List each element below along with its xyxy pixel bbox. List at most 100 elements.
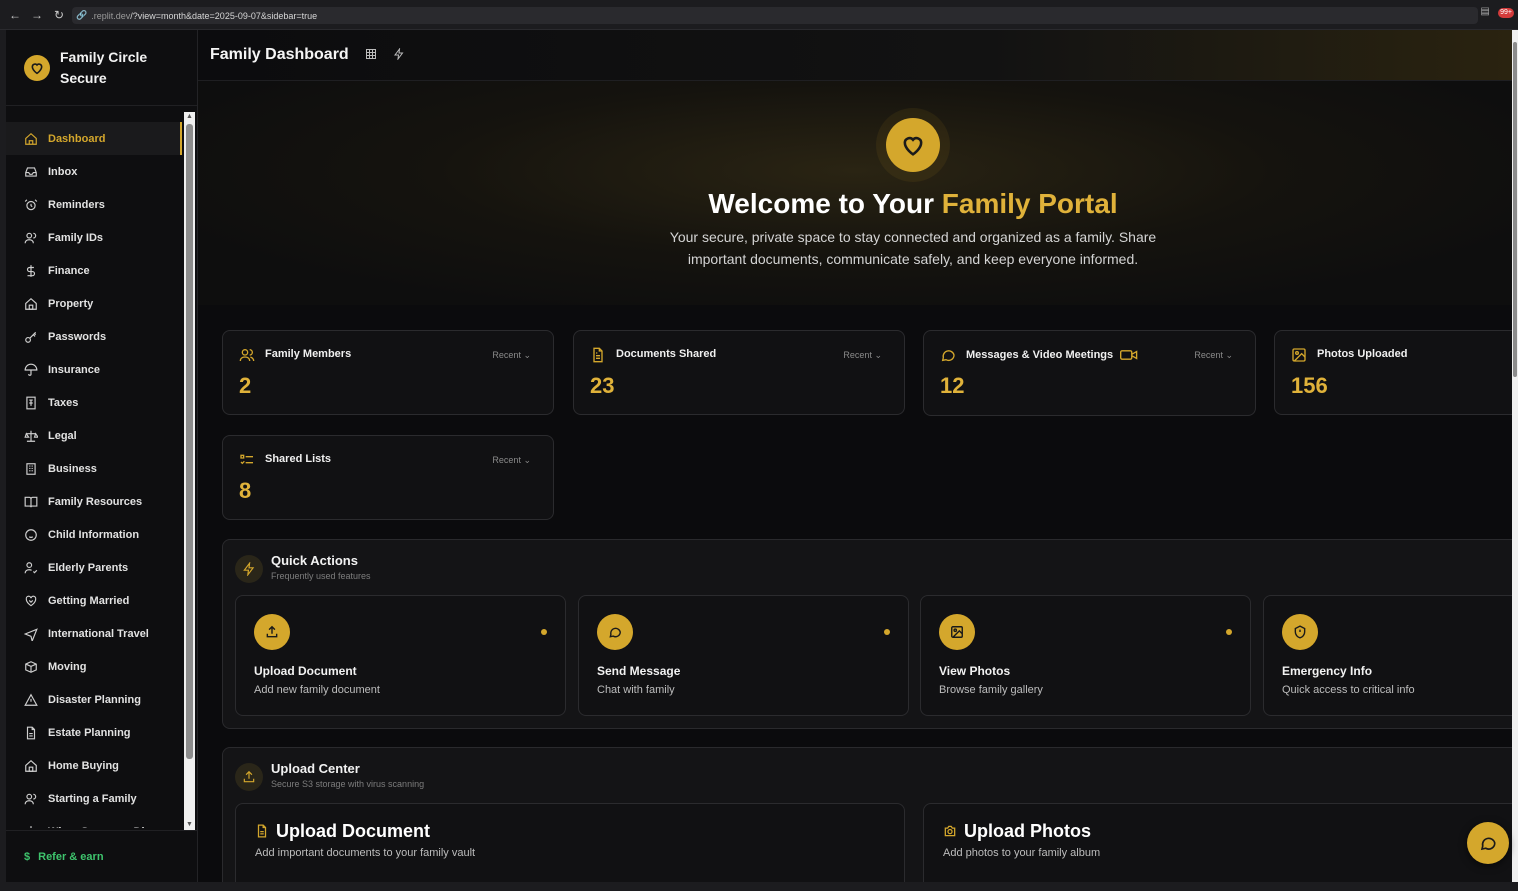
sidebar-item-finance[interactable]: Finance — [6, 254, 182, 287]
recent-dropdown[interactable]: Recent ⌄ — [492, 350, 531, 361]
sidebar-item-child-information[interactable]: Child Information — [6, 518, 182, 551]
sidebar-item-when-someone-dies[interactable]: When Someone Dies — [6, 815, 182, 828]
recent-label: Recent — [1194, 350, 1223, 360]
sidebar-item-label: International Travel — [48, 627, 149, 640]
page-scrollbar[interactable] — [1512, 30, 1518, 882]
quick-actions-panel: Quick Actions Frequently used features U… — [222, 539, 1512, 729]
stat-value: 12 — [940, 373, 965, 398]
recent-dropdown[interactable]: Recent ⌄ — [1194, 350, 1233, 361]
stat-card-shared-lists[interactable]: Shared Lists Recent ⌄ 8 — [222, 435, 554, 520]
sidebar-item-label: Reminders — [48, 198, 105, 211]
upload-document-card[interactable]: Upload Document Add important documents … — [235, 803, 905, 882]
stat-value: 23 — [590, 373, 615, 398]
action-subtitle: Browse family gallery — [939, 684, 1043, 696]
sidebar-item-inbox[interactable]: Inbox — [6, 155, 182, 188]
upload-card-subtitle: Add photos to your family album — [943, 847, 1101, 859]
scroll-up-icon[interactable]: ▲ — [184, 112, 195, 122]
stat-card-documents-shared[interactable]: Documents Shared Recent ⌄ 23 — [573, 330, 905, 415]
panel-title: Upload Center — [271, 761, 360, 776]
sidebar-item-label: Family Resources — [48, 495, 143, 508]
grid-icon[interactable] — [365, 48, 379, 62]
upload-card-title: Upload Photos — [964, 821, 1091, 841]
sidebar-item-disaster-planning[interactable]: Disaster Planning — [6, 683, 182, 716]
recent-label: Recent — [492, 350, 521, 360]
stat-label: Messages & Video Meetings — [966, 349, 1138, 361]
sidebar-item-insurance[interactable]: Insurance — [6, 353, 182, 386]
scale-icon — [24, 429, 38, 443]
sidebar-item-moving[interactable]: Moving — [6, 650, 182, 683]
brand[interactable]: Family Circle Secure — [6, 30, 197, 106]
sidebar-item-family-ids[interactable]: Family IDs — [6, 221, 182, 254]
address-bar[interactable]: 🔗 .replit.dev /?view=month&date=2025-09-… — [72, 7, 1478, 24]
stat-value: 2 — [239, 373, 252, 398]
document-icon — [255, 824, 269, 838]
dollar-icon: $ — [24, 850, 31, 863]
recent-label: Recent — [492, 455, 521, 465]
stat-value: 156 — [1291, 373, 1328, 398]
devices-icon[interactable]: ▤ — [1478, 6, 1492, 20]
user-check-icon — [24, 561, 38, 575]
stat-card-messages-video[interactable]: Messages & Video Meetings Recent ⌄ 12 — [923, 330, 1256, 416]
sidebar-item-property[interactable]: Property — [6, 287, 182, 320]
send-message-action[interactable]: Send Message Chat with family — [578, 595, 909, 716]
lightning-icon[interactable] — [393, 48, 407, 62]
sidebar-item-elderly-parents[interactable]: Elderly Parents — [6, 551, 182, 584]
back-icon[interactable]: ← — [8, 8, 22, 22]
view-photos-action[interactable]: View Photos Browse family gallery — [920, 595, 1251, 716]
sidebar-item-label: Family IDs — [48, 231, 104, 244]
sidebar-item-business[interactable]: Business — [6, 452, 182, 485]
upload-icon — [254, 614, 290, 650]
key-icon — [24, 330, 38, 344]
house-icon — [24, 297, 38, 311]
chat-fab-button[interactable] — [1467, 822, 1509, 864]
baby-icon — [24, 528, 38, 542]
link-icon: 🔗 — [76, 10, 88, 20]
heart-handshake-icon — [24, 594, 38, 608]
upload-photos-card[interactable]: Upload Photos Add photos to your family … — [923, 803, 1512, 882]
sidebar: Family Circle Secure Dashboard Inbox Remin… — [6, 30, 198, 882]
panel-subtitle: Secure S3 storage with virus scanning — [271, 779, 425, 789]
refer-earn-link[interactable]: $ Refer & earn — [6, 830, 198, 882]
sidebar-item-international-travel[interactable]: International Travel — [6, 617, 182, 650]
sidebar-item-estate-planning[interactable]: Estate Planning — [6, 716, 182, 749]
page-scrollbar-thumb[interactable] — [1513, 42, 1517, 377]
sidebar-scrollbar[interactable]: ▲ ▼ — [184, 112, 195, 830]
action-subtitle: Quick access to critical info — [1282, 684, 1415, 696]
upload-document-action[interactable]: Upload Document Add new family document — [235, 595, 566, 716]
sidebar-item-label: Home Buying — [48, 759, 119, 772]
sidebar-item-getting-married[interactable]: Getting Married — [6, 584, 182, 617]
sidebar-item-home-buying[interactable]: Home Buying — [6, 749, 182, 782]
sidebar-item-reminders[interactable]: Reminders — [6, 188, 182, 221]
sidebar-item-passwords[interactable]: Passwords — [6, 320, 182, 353]
sidebar-item-label: Passwords — [48, 330, 107, 343]
sidebar-item-label: Legal — [48, 429, 77, 442]
stat-label-text: Messages & Video Meetings — [966, 349, 1114, 361]
file-icon — [24, 726, 38, 740]
document-icon — [590, 347, 606, 363]
emergency-info-action[interactable]: Emergency Info Quick access to critical … — [1263, 595, 1512, 716]
box-icon — [24, 660, 38, 674]
sidebar-item-taxes[interactable]: Taxes — [6, 386, 182, 419]
scroll-down-icon[interactable]: ▼ — [184, 820, 195, 830]
sidebar-item-label: Elderly Parents — [48, 561, 129, 574]
receipt-icon — [24, 396, 38, 410]
lightning-icon — [235, 555, 263, 583]
sidebar-item-family-resources[interactable]: Family Resources — [6, 485, 182, 518]
hero-title: Welcome to Your Family Portal — [198, 188, 1512, 220]
sidebar-item-label: Disaster Planning — [48, 693, 141, 706]
reload-icon[interactable]: ↻ — [52, 8, 66, 22]
notification-badge[interactable]: 99+ — [1498, 8, 1514, 18]
forward-icon[interactable]: → — [30, 8, 44, 22]
list-icon — [239, 452, 255, 468]
sidebar-item-starting-a-family[interactable]: Starting a Family — [6, 782, 182, 815]
chat-icon — [940, 347, 956, 363]
building-icon — [24, 462, 38, 476]
sidebar-item-dashboard[interactable]: Dashboard — [6, 122, 182, 155]
sidebar-item-legal[interactable]: Legal — [6, 419, 182, 452]
stat-card-photos-uploaded[interactable]: Photos Uploaded 156 — [1274, 330, 1512, 415]
stat-card-family-members[interactable]: Family Members Recent ⌄ 2 — [222, 330, 554, 415]
status-dot — [541, 629, 547, 635]
recent-dropdown[interactable]: Recent ⌄ — [843, 350, 882, 361]
recent-dropdown[interactable]: Recent ⌄ — [492, 455, 531, 466]
scrollbar-thumb[interactable] — [186, 124, 193, 759]
